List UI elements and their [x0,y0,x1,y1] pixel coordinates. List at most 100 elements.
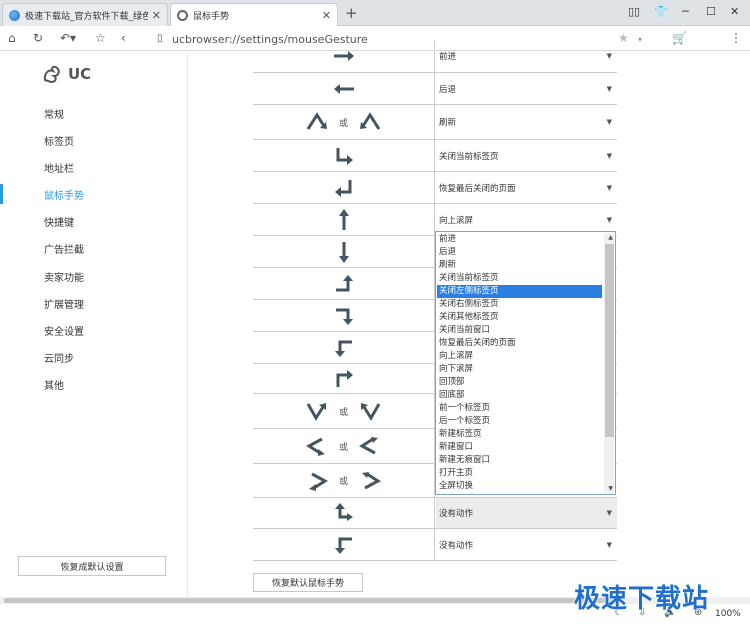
tab-title: 极速下载站_官方软件下载_绿色 [25,11,148,22]
minimize-icon[interactable]: ─ [682,5,689,18]
horizontal-scrollbar-thumb[interactable] [4,598,614,603]
dropdown-option[interactable]: 关闭右侧标签页 [437,298,602,311]
refresh-icon[interactable]: ↻ [33,31,43,45]
logo-text: UC [68,65,92,83]
dropdown-option[interactable]: 全屏切换 [437,480,602,493]
gesture-cell [253,498,435,528]
star-icon[interactable]: ☆ [95,31,106,45]
restore-gesture-defaults-button[interactable]: 恢复默认鼠标手势 [253,573,363,592]
bookmark-star-icon[interactable]: ★ [618,31,629,45]
sidebar-toggle-icon[interactable]: ▯▯ [628,5,640,18]
gesture-row: 没有动作 ▼ [253,498,617,529]
undo-icon[interactable]: ↶▾ [60,31,76,45]
gesture-cell [253,300,435,331]
sidebar-item-cloud-sync[interactable]: 云同步 [44,350,74,365]
dropdown-arrow-icon: ▼ [606,52,612,60]
gesture-cell [253,268,435,299]
right-down-icon [335,308,353,325]
dropdown-option[interactable]: 关闭当前标签页 [437,272,602,285]
action-select[interactable]: 没有动作 ▼ [436,498,617,528]
sidebar-item-adblock[interactable]: 广告拦截 [44,241,84,256]
chevron-down-icon[interactable]: ▾ [638,35,642,44]
dropdown-option[interactable]: 新建标签页 [437,428,602,441]
gear-icon [177,9,188,21]
action-select[interactable]: 恢复最后关闭的页面 ▼ [436,172,617,203]
left-down-icon [334,340,352,357]
zoom-level[interactable]: 100% [715,609,741,619]
action-select[interactable]: 没有动作 ▼ [436,529,617,560]
cart-icon[interactable]: 🛒 [672,31,687,45]
sidebar-item-other[interactable]: 其他 [44,377,64,392]
dropdown-option[interactable]: 关闭当前窗口 [437,324,602,337]
dropdown-option[interactable]: 向下滚屏 [437,363,602,376]
scroll-up-icon[interactable]: ▲ [608,234,613,241]
tab-jisuxiazai[interactable]: 极速下载站_官方软件下载_绿色 ✕ [2,3,168,26]
action-select[interactable]: 刷新 ▼ [436,105,617,139]
dropdown-option[interactable]: 新建窗口 [437,441,602,454]
right-left-gesture-alt-icon [362,471,381,489]
action-label: 恢复最后关闭的页面 [439,183,516,194]
dropdown-arrow-icon: ▼ [606,215,612,224]
back-icon[interactable]: ‹ [121,31,126,45]
action-label: 没有动作 [439,540,474,551]
action-select[interactable]: 前进 ▼ [436,40,617,72]
dropdown-option[interactable]: 关闭其他标签页 [437,311,602,324]
dropdown-option[interactable]: 回底部 [437,389,602,402]
sidebar-item-address-bar[interactable]: 地址栏 [44,160,74,175]
close-icon[interactable]: ✕ [322,9,331,22]
sidebar-item-security[interactable]: 安全设置 [44,323,84,338]
up-right-icon [336,369,353,387]
ie-globe-icon [9,9,20,21]
home-icon[interactable]: ⌂ [8,31,16,45]
gesture-cell: 或 [253,105,435,139]
gesture-cell [253,204,435,235]
action-select[interactable]: 后退 ▼ [436,73,617,104]
sidebar-item-shortcuts[interactable]: 快捷键 [44,214,74,229]
or-label: 或 [338,118,348,129]
gesture-cell [253,73,435,104]
skin-icon[interactable]: 👕 [654,5,668,18]
more-menu-icon[interactable]: ⋮ [730,31,742,45]
sidebar-item-extensions[interactable]: 扩展管理 [44,296,84,311]
new-tab-button[interactable]: + [345,4,358,22]
sidebar-item-tabs[interactable]: 标签页 [44,133,74,148]
left-right-gesture-icon [306,437,325,456]
window-close-icon[interactable]: ✕ [730,5,739,18]
dropdown-option[interactable]: 打开主页 [437,467,602,480]
dropdown-option[interactable]: 向上滚屏 [437,350,602,363]
dropdown-option[interactable]: 前一个标签页 [437,402,602,415]
uc-logo: UC [42,64,91,84]
or-label: 或 [338,407,348,418]
arrow-down-icon [338,241,349,263]
up-down-gesture-alt-icon [360,112,381,130]
dropdown-arrow-icon: ▼ [606,509,612,517]
left-right-gesture-alt-icon [359,437,378,455]
dropdown-option-selected[interactable]: 关闭左侧标签页 [437,285,602,298]
sidebar-item-seller[interactable]: 卖家功能 [44,269,84,284]
gesture-cell [253,332,435,363]
restore-defaults-button[interactable]: 恢复成默认设置 [18,556,166,576]
sidebar-item-mouse-gesture[interactable]: 鼠标手势 [44,187,84,202]
dropdown-arrow-icon: ▼ [606,151,612,160]
gesture-cell [253,364,435,393]
dropdown-scrollbar-thumb[interactable] [605,244,614,437]
dropdown-arrow-icon: ▼ [606,118,612,126]
dropdown-option[interactable]: 新建无痕窗口 [437,454,602,467]
dropdown-option[interactable]: 刷新 [437,259,602,272]
sidebar-divider [187,52,188,598]
dropdown-option[interactable]: 恢复最后关闭的页面 [437,337,602,350]
dropdown-option[interactable]: 回顶部 [437,376,602,389]
up-down-gesture-icon [306,112,327,130]
scroll-down-icon[interactable]: ▼ [608,485,613,492]
action-dropdown-list[interactable]: 前进 后退 刷新 关闭当前标签页 关闭左侧标签页 关闭右侧标签页 关闭其他标签页… [435,231,616,495]
action-select[interactable]: 关闭当前标签页 ▼ [436,140,617,171]
action-label: 向上滚屏 [439,215,474,226]
down-up-gesture-alt-icon [361,403,381,421]
sidebar-item-general[interactable]: 常规 [44,106,64,121]
dropdown-option[interactable]: 后退 [437,246,602,259]
maximize-icon[interactable]: ☐ [706,5,716,18]
close-icon[interactable]: ✕ [152,9,161,22]
dropdown-option[interactable]: 前进 [437,233,602,246]
tab-mouse-gesture[interactable]: 鼠标手势 ✕ [170,3,338,26]
dropdown-option[interactable]: 后一个标签页 [437,415,602,428]
